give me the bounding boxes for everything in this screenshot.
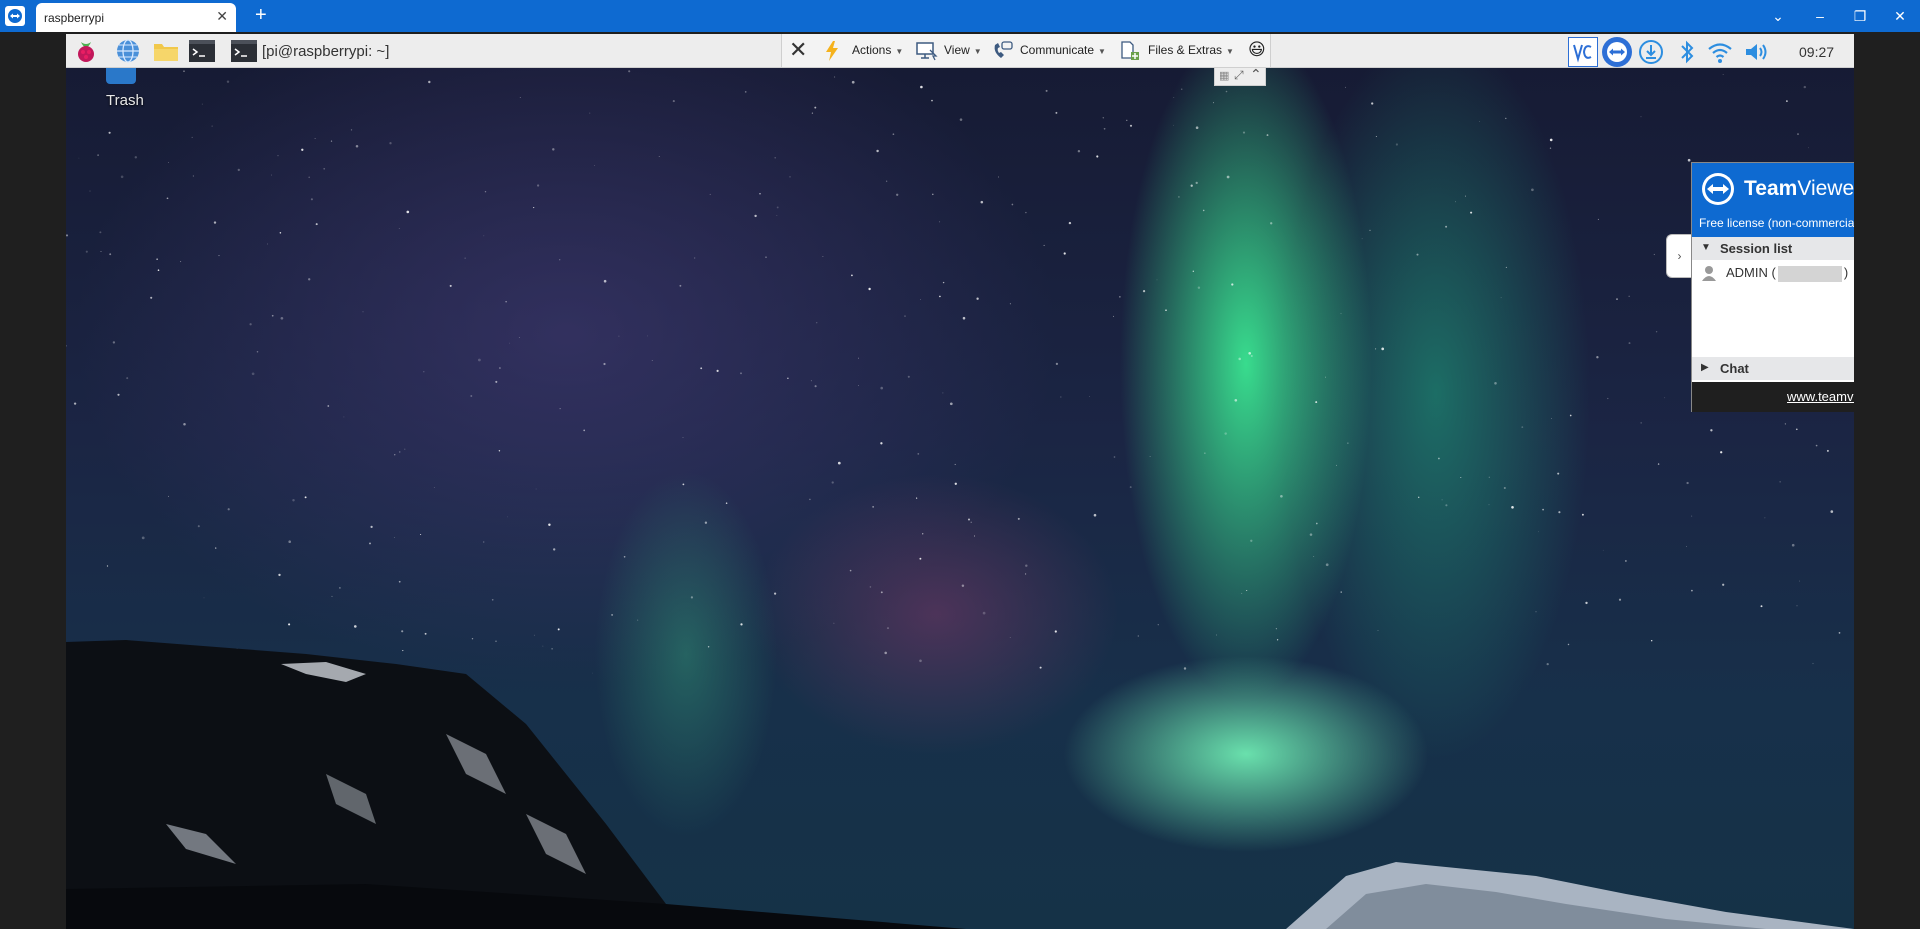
actions-label: Actions [852,43,892,57]
view-label: View [944,43,970,57]
actions-menu[interactable]: Actions ▼ [852,43,903,57]
end-session-icon[interactable]: ✕ [789,37,807,63]
chevron-right-icon: › [1677,249,1682,263]
communicate-label: Communicate [1020,43,1095,57]
panel-footer: www.teamviewer.com [1692,382,1854,412]
fullscreen-icon[interactable]: ⤢ [1234,68,1244,83]
tab-title: raspberrypi [44,11,105,25]
triangle-down-icon: ▼ [1701,242,1711,253]
raspberry-pi-taskbar: [pi@raspberrypi: ~] ✕ Actions ▼ View ▼ Com… [66,34,1854,68]
caret-down-icon: ▼ [973,47,982,56]
panel-brand: TeamViewer [1744,177,1854,201]
grid-icon[interactable]: ▦ [1219,69,1229,82]
web-browser-icon[interactable] [114,38,142,64]
caret-down-icon: ▼ [1226,47,1234,56]
user-icon [1702,266,1716,281]
session-list-label: Session list [1720,241,1793,256]
teamviewer-logo-icon [1702,173,1734,205]
communicate-phone-icon [994,41,1013,58]
chat-header[interactable]: ▶ Chat [1692,357,1854,380]
chevron-down-icon[interactable]: ⌄ [1758,5,1798,27]
panel-collapse-tab[interactable]: › [1666,234,1692,278]
vnc-icon[interactable] [1568,37,1598,67]
actions-lightning-icon [826,41,838,61]
caret-down-icon: ▼ [895,47,904,56]
mountain-landscape [66,640,1854,929]
view-monitor-icon [916,42,938,61]
trash-label[interactable]: Trash [106,92,144,109]
teamviewer-session-toolbar: ✕ Actions ▼ View ▼ Communicate ▼ Files & Ex… [781,34,1271,68]
redacted-id [1777,265,1842,282]
files-extras-menu[interactable]: Files & Extras ▼ [1148,43,1234,57]
files-extras-label: Files & Extras [1148,43,1223,57]
new-tab-icon[interactable]: + [255,4,267,27]
license-text: Free license (non-commercial use only) [1699,216,1854,230]
toolbar-sub-controls: ▦ ⤢ ⌃ [1214,66,1266,86]
teamviewer-side-panel: TeamViewer ✕ Free license (non-commercia… [1691,162,1854,412]
minimize-button[interactable]: – [1800,5,1840,27]
bluetooth-icon[interactable] [1672,37,1702,67]
remote-desktop[interactable]: Trash [pi@raspberrypi: ~] ✕ Actions ▼ Vie… [66,34,1854,929]
clock[interactable]: 09:27 [1799,44,1834,60]
session-user-name: ADMIN () [1726,265,1848,282]
communicate-menu[interactable]: Communicate ▼ [1020,43,1106,57]
session-tab[interactable]: raspberrypi ✕ [36,3,236,32]
triangle-right-icon: ▶ [1701,362,1709,373]
window-titlebar: raspberrypi ✕ + ⌄ – ❐ ✕ [0,0,1920,32]
restore-button[interactable]: ❐ [1840,5,1880,27]
brand-rest: Viewer [1797,177,1854,200]
view-menu[interactable]: View ▼ [944,43,982,57]
session-user-end: ) [1843,265,1849,280]
close-window-button[interactable]: ✕ [1880,5,1920,27]
terminal-icon[interactable] [188,38,216,64]
collapse-toolbar-icon[interactable]: ⌃ [1250,66,1262,83]
session-user-label: ADMIN ( [1726,265,1776,280]
raspberry-menu-icon[interactable] [72,38,100,64]
chat-label: Chat [1720,361,1749,376]
volume-icon[interactable] [1742,37,1772,67]
files-extras-icon [1121,41,1139,60]
tab-close-icon[interactable]: ✕ [216,8,228,25]
session-list-item[interactable]: ADMIN () [1692,262,1854,284]
teamviewer-logo-icon[interactable] [5,6,25,26]
terminal-window-title[interactable]: [pi@raspberrypi: ~] [262,43,389,60]
teamviewer-link[interactable]: www.teamviewer.com [1787,389,1854,404]
caret-down-icon: ▼ [1098,47,1106,56]
panel-header: TeamViewer ✕ Free license (non-commercia… [1692,163,1854,237]
file-manager-icon[interactable] [152,38,180,64]
teamviewer-tray-icon[interactable] [1602,37,1632,67]
brand-bold: Team [1744,177,1798,200]
session-list-header[interactable]: ▼ Session list [1692,237,1854,260]
trash-icon[interactable] [106,68,136,84]
wifi-icon[interactable] [1705,37,1735,67]
feedback-emoji-icon[interactable]: 😃 [1248,40,1266,60]
terminal-window-icon[interactable] [230,38,258,64]
download-icon[interactable] [1636,37,1666,67]
